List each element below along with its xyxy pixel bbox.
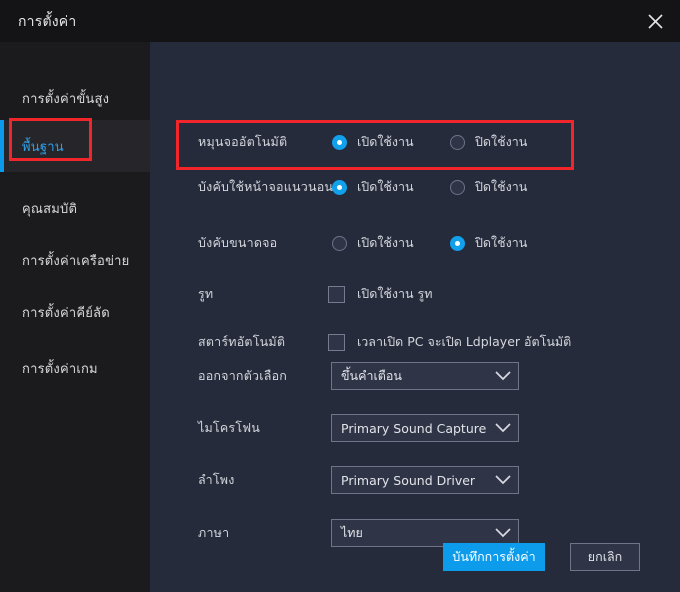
radio-option-label: ปิดใช้งาน [475, 177, 527, 197]
dropdown-select[interactable]: ขึ้นคำเตือน [331, 362, 519, 390]
row-label: ลำโพง [198, 470, 235, 490]
row-label: บังคับใช้หน้าจอแนวนอน [198, 177, 333, 197]
radio-option[interactable]: เปิดใช้งาน [332, 233, 414, 253]
row-label: ภาษา [198, 523, 229, 543]
radio-selected-icon[interactable] [450, 236, 465, 251]
row-label: หมุนจออัตโนมัติ [198, 132, 287, 152]
dropdown-value: ขึ้นคำเตือน [332, 366, 488, 386]
radio-option-label: เปิดใช้งาน [357, 132, 414, 152]
window-title: การตั้งค่า [18, 11, 76, 33]
checkbox-label: เวลาเปิด PC จะเปิด Ldplayer อัตโนมัติ [357, 332, 571, 352]
settings-row: ไมโครโฟน Primary Sound Capture Dri [150, 411, 680, 445]
dropdown-value: Primary Sound Capture Dri [332, 421, 488, 436]
radio-option[interactable]: ปิดใช้งาน [450, 177, 527, 197]
radio-option[interactable]: เปิดใช้งาน [332, 132, 414, 152]
settings-window: การตั้งค่า การตั้งค่าขั้นสูงพื้นฐานคุณสม… [0, 0, 680, 592]
active-accent-bar [0, 120, 4, 172]
radio-unselected-icon[interactable] [450, 135, 465, 150]
chevron-down-icon[interactable] [488, 423, 518, 433]
settings-row: ออกจากตัวเลือก ขึ้นคำเตือน [150, 359, 680, 393]
radio-option-label: ปิดใช้งาน [475, 233, 527, 253]
sidebar-item-3[interactable]: การตั้งค่าเครือข่าย [0, 234, 150, 286]
sidebar-item-label: การตั้งค่าเกม [0, 358, 98, 379]
dropdown-value: Primary Sound Driver [332, 473, 488, 488]
dropdown-value: ไทย [332, 523, 488, 543]
row-label: รูท [198, 284, 213, 304]
settings-row: หมุนจออัตโนมัติ เปิดใช้งาน ปิดใช้งาน [150, 125, 680, 159]
checkbox-option[interactable]: เวลาเปิด PC จะเปิด Ldplayer อัตโนมัติ [328, 332, 571, 352]
checkbox-label: เปิดใช้งาน รูท [357, 284, 433, 304]
sidebar-item-label: การตั้งค่าคีย์ลัด [0, 302, 110, 323]
radio-option[interactable]: เปิดใช้งาน [332, 177, 414, 197]
sidebar-item-label: การตั้งค่าขั้นสูง [0, 88, 109, 109]
dropdown-select[interactable]: Primary Sound Driver [331, 466, 519, 494]
save-button[interactable]: บันทึกการตั้งค่า [443, 543, 545, 571]
sidebar: การตั้งค่าขั้นสูงพื้นฐานคุณสมบัติการตั้ง… [0, 42, 150, 592]
radio-unselected-icon[interactable] [450, 180, 465, 195]
row-label: บังคับขนาดจอ [198, 233, 277, 253]
radio-selected-icon[interactable] [332, 135, 347, 150]
cancel-button[interactable]: ยกเลิก [570, 543, 640, 571]
sidebar-item-label: การตั้งค่าเครือข่าย [0, 250, 129, 271]
checkbox-option[interactable]: เปิดใช้งาน รูท [328, 284, 433, 304]
radio-option[interactable]: ปิดใช้งาน [450, 233, 527, 253]
close-icon[interactable] [638, 5, 672, 37]
sidebar-item-2[interactable]: คุณสมบัติ [0, 182, 150, 234]
dropdown-select[interactable]: Primary Sound Capture Dri [331, 414, 519, 442]
settings-row: สตาร์ทอัตโนมัติ เวลาเปิด PC จะเปิด Ldplay… [150, 325, 680, 359]
chevron-down-icon[interactable] [488, 528, 518, 538]
sidebar-item-5[interactable]: การตั้งค่าเกม [0, 342, 150, 394]
sidebar-item-4[interactable]: การตั้งค่าคีย์ลัด [0, 286, 150, 338]
settings-row: บังคับใช้หน้าจอแนวนอน เปิดใช้งาน ปิดใช้งาน [150, 170, 680, 204]
settings-panel: หมุนจออัตโนมัติเปิดใช้งานปิดใช้งานบังคับ… [150, 42, 680, 592]
row-label: สตาร์ทอัตโนมัติ [198, 332, 285, 352]
sidebar-item-1[interactable]: พื้นฐาน [0, 120, 150, 172]
radio-selected-icon[interactable] [332, 180, 347, 195]
row-label: ออกจากตัวเลือก [198, 366, 287, 386]
settings-row: รูท เปิดใช้งาน รูท [150, 277, 680, 311]
settings-row: ลำโพง Primary Sound Driver [150, 463, 680, 497]
radio-option[interactable]: ปิดใช้งาน [450, 132, 527, 152]
chevron-down-icon[interactable] [488, 475, 518, 485]
radio-option-label: เปิดใช้งาน [357, 177, 414, 197]
sidebar-item-label: พื้นฐาน [0, 136, 64, 157]
sidebar-item-label: คุณสมบัติ [0, 198, 77, 219]
row-label: ไมโครโฟน [198, 418, 260, 438]
title-bar: การตั้งค่า [0, 0, 680, 42]
radio-option-label: เปิดใช้งาน [357, 233, 414, 253]
checkbox-unchecked-icon[interactable] [328, 286, 345, 303]
chevron-down-icon[interactable] [488, 371, 518, 381]
checkbox-unchecked-icon[interactable] [328, 334, 345, 351]
sidebar-item-0[interactable]: การตั้งค่าขั้นสูง [0, 72, 150, 124]
settings-row: บังคับขนาดจอ เปิดใช้งาน ปิดใช้งาน [150, 226, 680, 260]
radio-option-label: ปิดใช้งาน [475, 132, 527, 152]
radio-unselected-icon[interactable] [332, 236, 347, 251]
